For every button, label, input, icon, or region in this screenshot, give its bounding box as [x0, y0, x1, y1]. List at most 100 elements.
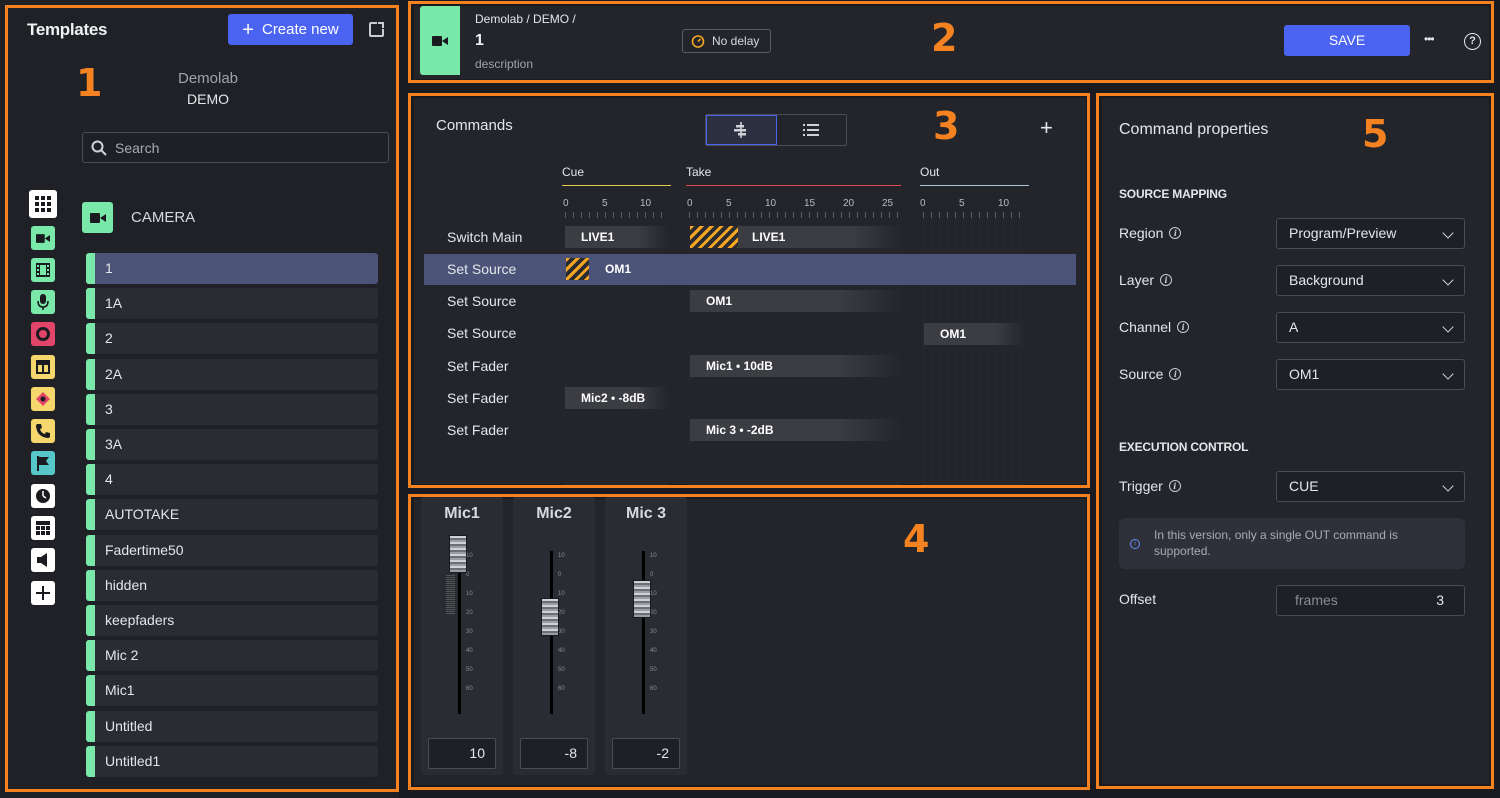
- command-bar[interactable]: OM1: [589, 258, 695, 280]
- delay-hatch: [566, 258, 589, 280]
- create-new-label: Create new: [261, 21, 339, 38]
- template-list-item[interactable]: 3: [86, 393, 378, 425]
- scale-tick: 60: [650, 686, 657, 692]
- timeline-ruler: [565, 212, 668, 218]
- view-toggle: [705, 114, 847, 146]
- command-label[interactable]: Set Fader: [447, 390, 508, 406]
- fader-knob[interactable]: [633, 580, 651, 618]
- add-command-icon[interactable]: +: [1040, 115, 1053, 141]
- template-list-item[interactable]: 1: [86, 253, 378, 284]
- selected-command-row[interactable]: [424, 254, 1076, 285]
- add-icon[interactable]: [31, 581, 55, 605]
- command-bar[interactable]: Mic1 • 10dB: [690, 355, 901, 377]
- region-label: Region i: [1119, 225, 1182, 241]
- template-list-item[interactable]: hidden: [86, 569, 378, 601]
- template-list-item[interactable]: Fadertime50: [86, 534, 378, 566]
- trigger-select[interactable]: CUE: [1276, 471, 1465, 502]
- layer-select[interactable]: Background: [1276, 265, 1465, 296]
- delay-button[interactable]: No delay: [682, 29, 771, 53]
- command-label[interactable]: Set Fader: [447, 358, 508, 374]
- command-bar[interactable]: OM1: [690, 290, 901, 312]
- timeline-tick: 10: [640, 198, 652, 209]
- fader-track: [642, 551, 645, 714]
- offset-value: 3: [1436, 592, 1444, 608]
- timeline-tick: 25: [882, 198, 894, 209]
- template-list-item[interactable]: keepfaders: [86, 605, 378, 636]
- execution-control-heading: EXECUTION CONTROL: [1119, 440, 1249, 454]
- command-label[interactable]: Switch Main: [447, 229, 522, 245]
- template-list-item[interactable]: 2A: [86, 358, 378, 390]
- fader-value-input[interactable]: 10: [428, 738, 496, 769]
- scale-tick: 10: [466, 553, 473, 559]
- command-bar[interactable]: LIVE1: [565, 226, 668, 248]
- popout-icon[interactable]: [369, 21, 385, 37]
- template-list-item[interactable]: Mic1: [86, 675, 378, 707]
- command-bar[interactable]: OM1: [924, 323, 1025, 345]
- layout-icon[interactable]: [31, 355, 55, 379]
- help-icon[interactable]: ?: [1464, 33, 1481, 50]
- mic-icon[interactable]: [31, 290, 55, 314]
- template-list-item[interactable]: 4: [86, 464, 378, 496]
- breadcrumb[interactable]: Demolab / DEMO /: [475, 12, 576, 26]
- scale-tick: 10: [650, 553, 657, 559]
- command-bar[interactable]: Mic2 • -8dB: [565, 387, 668, 409]
- source-select[interactable]: OM1: [1276, 359, 1465, 390]
- channel-label: Channel i: [1119, 319, 1190, 335]
- scale-tick: 40: [558, 648, 565, 654]
- template-list-item[interactable]: 1A: [86, 288, 378, 320]
- command-bar[interactable]: Mic 3 • -2dB: [690, 419, 901, 441]
- template-list-item[interactable]: Untitled: [86, 710, 378, 742]
- scale-tick: 0: [650, 572, 654, 578]
- template-list-item[interactable]: Mic 2: [86, 640, 378, 672]
- list-icon: [803, 124, 820, 136]
- template-name[interactable]: 1: [475, 32, 484, 50]
- phone-icon[interactable]: [31, 419, 55, 443]
- windows-icon[interactable]: [31, 516, 55, 540]
- source-mapping-heading: SOURCE MAPPING: [1119, 187, 1227, 201]
- camera-icon[interactable]: [31, 226, 55, 250]
- save-button[interactable]: SAVE: [1284, 25, 1410, 56]
- command-label[interactable]: Set Source: [447, 293, 516, 309]
- fader-value-input[interactable]: -2: [612, 738, 680, 769]
- clock-icon[interactable]: [31, 484, 55, 508]
- timeline-tick: 0: [563, 198, 569, 209]
- speaker-icon[interactable]: [31, 548, 55, 572]
- template-description[interactable]: description: [475, 57, 533, 71]
- record-icon[interactable]: [31, 322, 55, 346]
- search-placeholder: Search: [115, 139, 160, 156]
- chevron-down-icon: [1442, 274, 1454, 286]
- graphics-icon[interactable]: [31, 387, 55, 411]
- list-view-button[interactable]: [777, 115, 847, 145]
- timeline-tick: 0: [687, 198, 693, 209]
- phase-label-cue: Cue: [562, 165, 585, 179]
- trigger-label: Trigger i: [1119, 478, 1181, 494]
- grid-icon[interactable]: [29, 190, 57, 218]
- scale-tick: 0: [558, 572, 562, 578]
- region-select[interactable]: Program/Preview: [1276, 218, 1465, 249]
- mixer-channel-strip: Mic 3: [605, 497, 687, 775]
- command-label[interactable]: Set Fader: [447, 422, 508, 438]
- fader-value-input[interactable]: -8: [520, 738, 588, 769]
- create-new-button[interactable]: + Create new: [228, 14, 353, 45]
- fader-knob[interactable]: [449, 535, 467, 573]
- layer-label: Layer i: [1119, 272, 1173, 288]
- template-list-item[interactable]: AUTOTAKE: [86, 499, 378, 531]
- timeline-view-button[interactable]: [706, 115, 777, 145]
- template-list-item[interactable]: Untitled1: [86, 745, 378, 777]
- search-input[interactable]: Search: [82, 132, 389, 163]
- fader-knob[interactable]: [541, 598, 559, 636]
- flag-icon[interactable]: [31, 451, 55, 475]
- offset-input[interactable]: frames 3: [1276, 585, 1465, 616]
- template-list-item[interactable]: 2: [86, 323, 378, 355]
- command-bar[interactable]: LIVE1: [738, 226, 901, 248]
- scale-tick: 20: [558, 610, 565, 616]
- more-options-icon[interactable]: •••: [1424, 32, 1435, 46]
- info-circle-icon: i: [1130, 539, 1140, 549]
- channel-select[interactable]: A: [1276, 312, 1465, 343]
- info-icon: i: [1168, 480, 1181, 492]
- search-icon: [91, 140, 107, 156]
- command-label[interactable]: Set Source: [447, 261, 516, 277]
- film-icon[interactable]: [31, 258, 55, 282]
- command-label[interactable]: Set Source: [447, 325, 516, 341]
- template-list-item[interactable]: 3A: [86, 429, 378, 460]
